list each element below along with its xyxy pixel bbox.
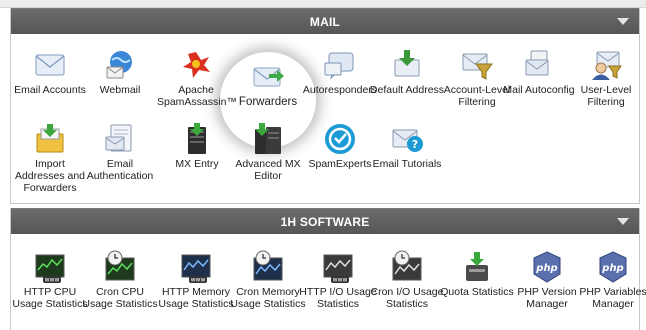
mail-autoconfig-icon <box>522 48 556 82</box>
svg-text:www: www <box>333 277 348 284</box>
software-item-http-cpu[interactable]: www HTTP CPU Usage Statistics <box>11 250 89 310</box>
item-label: Advanced MX Editor <box>235 158 301 182</box>
svg-text:php: php <box>535 263 557 274</box>
collapse-caret-icon[interactable] <box>617 18 629 25</box>
http-memory-icon: www <box>179 250 213 284</box>
item-label: PHP Variables Manager <box>579 286 646 310</box>
php-variables-icon: php <box>596 250 630 284</box>
software-item-quota[interactable]: Quota Statistics <box>438 250 516 298</box>
mail-item-default-address[interactable]: Default Address <box>368 48 446 96</box>
software-panel-title: 1H SOFTWARE <box>280 214 370 229</box>
item-label: Email Accounts <box>14 84 86 96</box>
software-item-http-memory[interactable]: www HTTP Memory Usage Statistics <box>157 250 235 310</box>
item-label: Import Addresses and Forwarders <box>14 158 86 194</box>
item-label: Default Address <box>369 84 445 96</box>
mail-panel: MAIL Email Accounts Webmail Apache SpamA… <box>10 8 640 204</box>
item-label: Email Authentication <box>86 158 154 182</box>
item-label: User-Level Filtering <box>580 84 632 108</box>
mail-panel-title: MAIL <box>309 14 341 29</box>
cron-io-icon <box>390 250 424 284</box>
spamexperts-icon <box>323 122 357 156</box>
email-authentication-icon <box>103 122 137 156</box>
import-addresses-icon <box>33 122 67 156</box>
mail-item-forwarders[interactable]: Forwarders <box>229 60 307 108</box>
item-label: HTTP CPU Usage Statistics <box>12 286 88 310</box>
mail-item-email-authentication[interactable]: Email Authentication <box>81 122 159 182</box>
mail-item-mx-entry[interactable]: MX Entry <box>158 122 236 170</box>
mail-item-email-tutorials[interactable]: ? Email Tutorials <box>368 122 446 170</box>
software-item-cron-cpu[interactable]: Cron CPU Usage Statistics <box>81 250 159 310</box>
php-version-icon: php <box>530 250 564 284</box>
default-address-icon <box>390 48 424 82</box>
cron-cpu-icon <box>103 250 137 284</box>
http-cpu-icon: www <box>33 250 67 284</box>
mail-item-advanced-mx-editor[interactable]: Advanced MX Editor <box>229 122 307 182</box>
email-tutorials-icon: ? <box>390 122 424 156</box>
mail-item-webmail[interactable]: Webmail <box>81 48 159 96</box>
item-label: Quota Statistics <box>440 286 514 298</box>
mail-item-user-filtering[interactable]: User-Level Filtering <box>567 48 645 108</box>
account-filtering-icon <box>460 48 494 82</box>
forwarders-icon <box>251 60 285 94</box>
spamassassin-icon <box>179 48 213 82</box>
svg-text:?: ? <box>412 138 418 151</box>
item-label: Cron CPU Usage Statistics <box>82 286 158 310</box>
mail-item-import-addresses[interactable]: Import Addresses and Forwarders <box>11 122 89 194</box>
cron-memory-icon <box>251 250 285 284</box>
mail-panel-header[interactable]: MAIL <box>11 8 639 34</box>
software-panel: 1H SOFTWARE www HTTP CPU Usage Statistic… <box>10 208 646 330</box>
mail-item-spamassassin[interactable]: Apache SpamAssassin™ <box>157 48 237 108</box>
top-strip <box>0 0 646 8</box>
autoresponders-icon <box>323 48 357 82</box>
software-item-cron-io[interactable]: Cron I/O Usage Statistics <box>368 250 446 310</box>
user-filtering-icon <box>589 48 623 82</box>
item-label: Cron I/O Usage Statistics <box>370 286 444 310</box>
svg-text:www: www <box>191 277 206 284</box>
webmail-icon <box>103 48 137 82</box>
item-label: Email Tutorials <box>372 158 442 170</box>
svg-text:www: www <box>45 277 60 284</box>
collapse-caret-icon[interactable] <box>617 218 629 225</box>
software-panel-header[interactable]: 1H SOFTWARE <box>11 208 639 234</box>
software-item-cron-memory[interactable]: Cron Memory Usage Statistics <box>229 250 307 310</box>
advanced-mx-editor-icon <box>251 122 285 156</box>
mail-item-email-accounts[interactable]: Email Accounts <box>11 48 89 96</box>
item-label: Webmail <box>99 84 141 96</box>
software-item-php-variables[interactable]: php PHP Variables Manager <box>574 250 646 310</box>
svg-text:php: php <box>601 263 623 274</box>
email-accounts-icon <box>33 48 67 82</box>
item-label: Apache SpamAssassin™ <box>157 84 237 108</box>
http-io-icon: www <box>321 250 355 284</box>
quota-statistics-icon <box>460 250 494 284</box>
item-label: HTTP Memory Usage Statistics <box>158 286 234 310</box>
item-label: MX Entry <box>175 158 219 170</box>
mx-entry-icon <box>180 122 214 156</box>
item-label: Forwarders <box>238 96 298 108</box>
software-item-http-io[interactable]: www HTTP I/O Usage Statistics <box>299 250 377 310</box>
item-label: Cron Memory Usage Statistics <box>230 286 306 310</box>
item-label: HTTP I/O Usage Statistics <box>299 286 377 310</box>
